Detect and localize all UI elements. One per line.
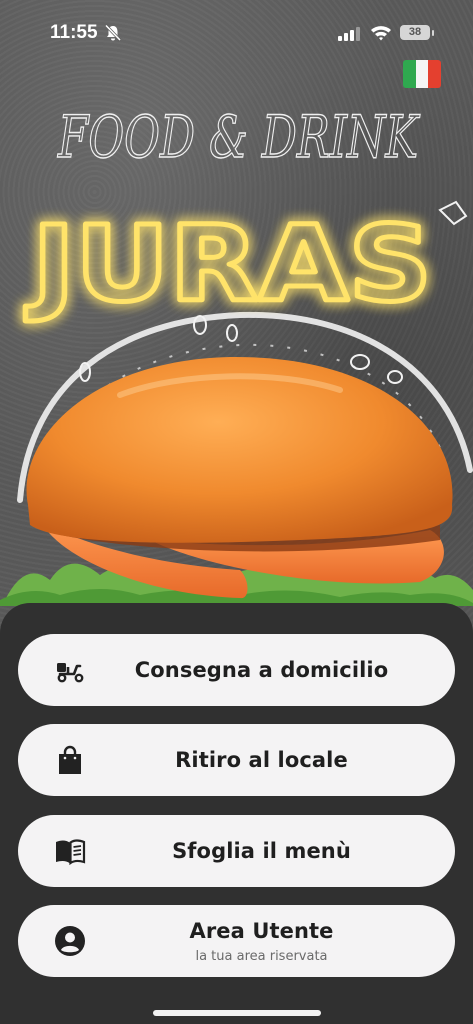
home-delivery-label: Consegna a domicilio [134, 658, 389, 682]
user-area-sublabel: la tua area riservata [195, 949, 328, 964]
home-indicator[interactable] [153, 1010, 321, 1016]
hero-illustration: FOOD & DRINK JURAS [0, 102, 473, 606]
action-panel: Consegna a domicilio Ritiro al locale Sf… [0, 603, 473, 1024]
home-delivery-button[interactable]: Consegna a domicilio [18, 634, 455, 706]
status-bar: 11:55 38 [0, 0, 473, 60]
browse-menu-button[interactable]: Sfoglia il menù [18, 815, 455, 887]
italian-flag-icon[interactable] [403, 60, 441, 88]
signal-icon [338, 27, 360, 41]
wifi-icon [371, 26, 391, 41]
battery-cap [432, 30, 434, 36]
pickup-label: Ritiro al locale [175, 748, 348, 772]
user-area-button[interactable]: Area Utente la tua area riservata [18, 905, 455, 977]
tagline-text: FOOD & DRINK [57, 103, 421, 171]
bell-mute-icon [104, 24, 122, 42]
user-area-label: Area Utente [189, 919, 334, 943]
browse-menu-label: Sfoglia il menù [172, 839, 351, 863]
battery-icon: 38 [400, 25, 430, 40]
pickup-button[interactable]: Ritiro al locale [18, 724, 455, 796]
brand-logo-text: JURAS [25, 203, 432, 325]
hero-banner: FOOD & DRINK JURAS [0, 0, 473, 640]
status-time: 11:55 [50, 22, 98, 43]
